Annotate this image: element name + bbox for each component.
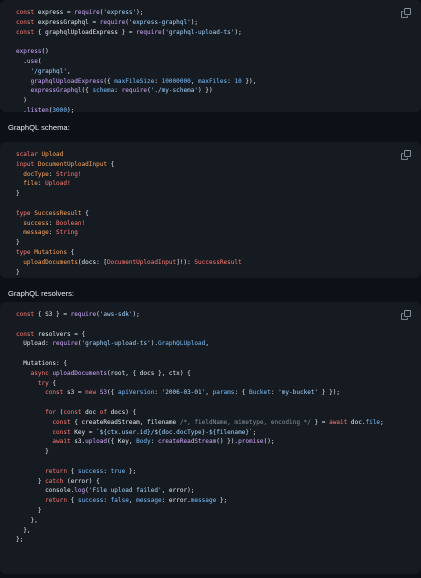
code-line: }; xyxy=(16,536,24,544)
code-line: async uploadDocuments(root, { docs }, ct… xyxy=(30,369,191,377)
code-line: '/graphql', xyxy=(30,67,71,75)
code-line: docType: String! xyxy=(23,170,82,178)
code-line: success: Boolean! xyxy=(23,219,86,227)
code-line: return { success: false, message: error.… xyxy=(45,497,228,505)
code-line: ) xyxy=(16,97,27,105)
code-line: Mutations: { xyxy=(16,359,67,367)
code-line: }, xyxy=(16,526,31,534)
code-block-graphql-schema: scalar Upload input DocumentUploadInput … xyxy=(0,142,421,278)
code-line: } xyxy=(16,190,20,198)
code-line: message: String xyxy=(23,229,78,237)
code-line: scalar Upload xyxy=(16,151,64,158)
code-line: const expressGraphql = require('express-… xyxy=(16,18,199,26)
code-line: }, xyxy=(16,516,38,524)
code-line: uploadDocuments(docs: [DocumentUploadInp… xyxy=(23,258,242,266)
code-line: const { S3 } = require('aws-sdk'); xyxy=(16,311,140,318)
copy-icon[interactable] xyxy=(401,8,411,18)
code-line: .listen(3000); xyxy=(16,106,75,114)
code-line: const { graphqlUploadExpress } = require… xyxy=(16,28,242,36)
code-line: .use( xyxy=(16,57,42,65)
code-line: } xyxy=(16,268,20,276)
code-line: graphqlUploadExpress({ maxFileSize: 1000… xyxy=(30,77,257,85)
code-line: const Key = `${ctx.user.id}/${doc.docTyp… xyxy=(52,428,257,436)
code-line: expressGraphql({ schema: require('./my-s… xyxy=(30,87,213,95)
code-line: for (const doc of docs) { xyxy=(45,408,137,416)
code-line: } catch (error) { xyxy=(16,477,100,485)
code-line: input DocumentUploadInput { xyxy=(16,160,115,168)
code-line: express() xyxy=(16,48,49,56)
code-line: const s3 = new S3({ apiVersion: '2006-03… xyxy=(45,389,341,397)
code-line: await s3.upload({ Key, Body: createReadS… xyxy=(52,438,275,446)
code-line: type SuccessResult { xyxy=(16,209,89,217)
code-block-express-setup: const express = require('express'); cons… xyxy=(0,0,421,114)
code-line: console.log('File upload failed', error)… xyxy=(16,487,195,495)
code-line: } xyxy=(16,448,49,456)
code-line: } xyxy=(16,506,42,514)
code-line: try { xyxy=(37,379,57,387)
code-line: return { success: true }; xyxy=(45,467,137,475)
copy-icon[interactable] xyxy=(401,150,411,160)
code-line: file: Upload! xyxy=(23,180,71,188)
code-line: Upload: require('graphql-upload-ts').Gra… xyxy=(16,340,209,348)
code-line: const express = require('express'); xyxy=(16,9,144,16)
code-block-graphql-resolvers: const { S3 } = require('aws-sdk'); const… xyxy=(0,302,421,574)
code-line: const { createReadStream, filename /*, f… xyxy=(52,418,384,426)
code-line: const resolvers = { xyxy=(16,330,86,338)
code-content: scalar Upload input DocumentUploadInput … xyxy=(0,142,421,285)
copy-icon[interactable] xyxy=(401,310,411,320)
code-content: const { S3 } = require('aws-sdk'); const… xyxy=(0,302,421,553)
code-line: type Mutations { xyxy=(16,248,75,256)
code-content: const express = require('express'); cons… xyxy=(0,0,421,124)
code-line: } xyxy=(16,239,20,247)
